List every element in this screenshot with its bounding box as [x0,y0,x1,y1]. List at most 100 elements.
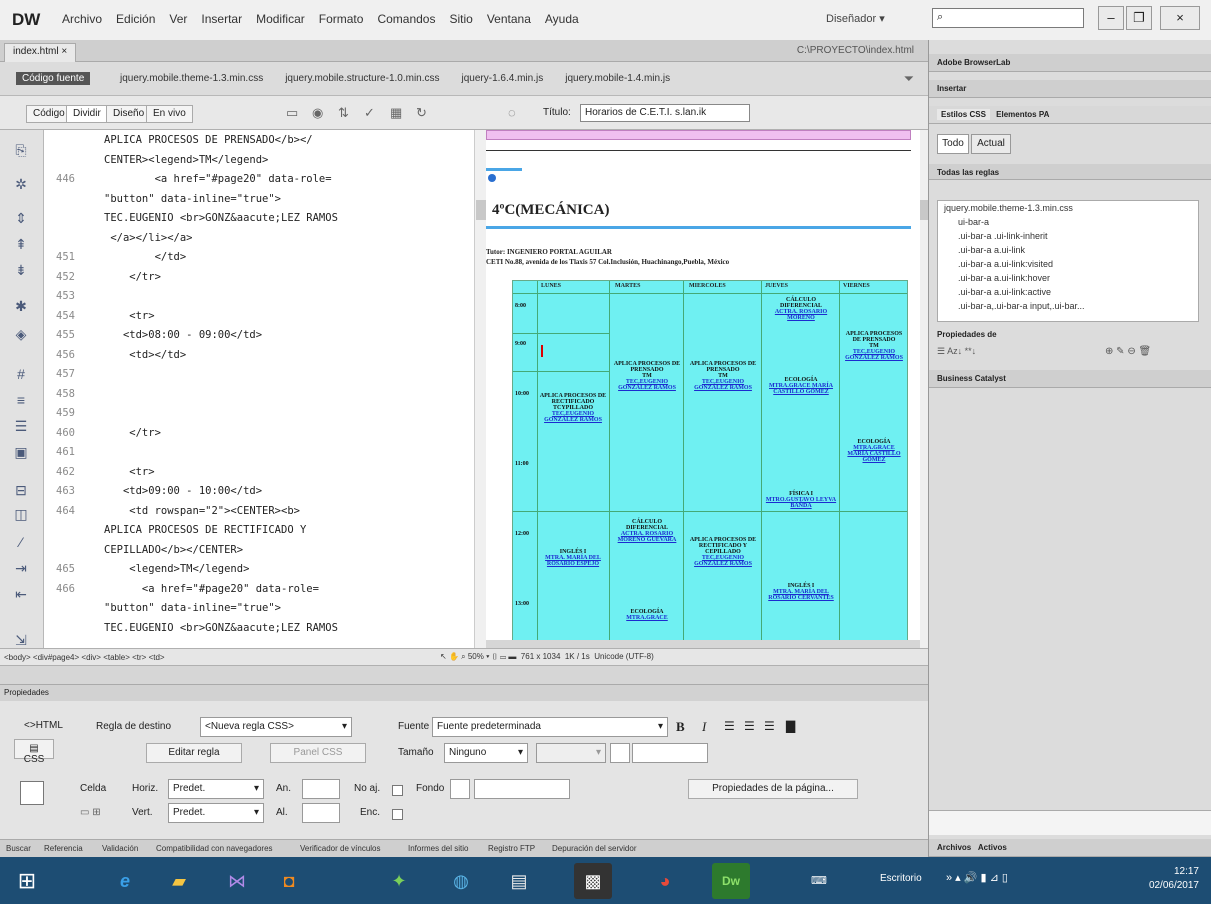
highlight-invalid-icon[interactable]: ≡ [12,392,30,408]
app-icon[interactable]: ✦ [380,863,418,899]
code-line[interactable]: </a></li></a> [104,232,192,244]
visual-aids-icon[interactable]: ▦ [390,106,404,120]
remove-comment-icon[interactable]: ▣ [12,444,30,460]
hand-tool-icon[interactable]: ✋ [449,652,459,661]
browserlab-panel-header[interactable]: Adobe BrowserLab [929,54,1211,72]
code-line[interactable]: APLICA PROCESOS DE RECTIFICADO Y [104,524,306,536]
open-documents-icon[interactable]: ⎘ [12,142,30,158]
text-color-picker[interactable] [610,743,630,763]
nowrap-checkbox[interactable] [392,785,403,796]
clock[interactable]: 12:17 02/06/2017 [1149,865,1199,893]
related-file[interactable]: jquery.mobile.structure-1.0.min.css [285,73,439,84]
font-select[interactable]: Fuente predeterminada ▾ [432,717,668,737]
start-button[interactable]: ⊞ [8,863,46,899]
css-file-item[interactable]: jquery.mobile.theme-1.3.min.css [944,203,1073,213]
html-mode-button[interactable]: <>HTML [18,717,69,737]
file-management-icon[interactable]: ⇅ [338,106,352,120]
current-mode-button[interactable]: Actual [971,134,1011,154]
align-right-icon[interactable]: ☰ [764,719,775,733]
tab-files[interactable]: Archivos [937,843,971,852]
multiscreen-icon[interactable]: ▭ [286,106,300,120]
document-title-input[interactable]: Horarios de C.E.T.I. s.lan.ik [580,104,750,122]
css-panel-actions[interactable]: ⊕ ✎ ⊖ 🗑 [1105,346,1151,357]
code-line[interactable]: <legend>TM</legend> [104,563,249,575]
properties-header[interactable]: Propiedades [0,685,928,701]
italic-button[interactable]: I [702,719,706,735]
tab-css-styles[interactable]: Estilos CSS [937,109,990,120]
teacher-link[interactable]: TEC.EUGENIO GONZÁLEZ RAMOS [687,379,759,391]
size-unit-select[interactable]: ▾ [536,743,606,763]
live-view-button[interactable]: En vivo [146,105,193,123]
media-player-icon[interactable]: ◘ [270,863,308,899]
refresh-design-icon[interactable]: ↻ [416,106,430,120]
height-input[interactable] [302,803,340,823]
split-view-button[interactable]: Dividir [66,105,108,123]
preview-browser-icon[interactable]: ◉ [312,106,326,120]
menu-insertar[interactable]: Insertar [201,12,242,26]
code-view-button[interactable]: Código [26,105,72,123]
tab-compatibilidad[interactable]: Compatibilidad con navegadores [156,844,273,853]
line-numbers-icon[interactable]: # [12,366,30,382]
all-mode-button[interactable]: Todo [937,134,969,154]
related-file[interactable]: jquery.mobile-1.4.min.js [565,73,670,84]
indent-code-icon[interactable]: ⇥ [12,560,30,576]
related-file[interactable]: jquery-1.6.4.min.js [462,73,544,84]
keyboard-icon[interactable]: ⌨ [800,863,838,899]
close-button[interactable]: × [1160,6,1200,30]
desktop-toolbar[interactable]: Escritorio [880,873,922,884]
wrap-tag-icon[interactable]: ⊟ [12,482,30,498]
expand-all-icon[interactable]: ⇟ [12,262,30,278]
text-color-input[interactable] [632,743,708,763]
css-mode-button[interactable]: ▤ CSS [14,739,54,765]
tab-registro-ftp[interactable]: Registro FTP [488,844,535,853]
mobile-size-icon[interactable]: ▯ [492,652,498,661]
collapse-selection-icon[interactable]: ⇞ [12,236,30,252]
filter-icon[interactable]: ⏷ [904,71,914,87]
related-file[interactable]: jquery.mobile.theme-1.3.min.css [120,73,263,84]
menu-archivo[interactable]: Archivo [62,12,102,26]
teacher-link[interactable]: MTRA. MARÍA DEL ROSARIO ESPEJO [539,555,607,567]
merge-cells-icon[interactable]: ▭ ⊞ [80,807,101,818]
design-view-button[interactable]: Diseño [106,105,152,123]
code-line[interactable]: <a href="#page20" data-role= [104,583,319,595]
align-left-icon[interactable]: ☰ [724,719,735,733]
tab-ap-elements[interactable]: Elementos PA [992,109,1053,120]
menu-comandos[interactable]: Comandos [377,12,435,26]
css-rule-item[interactable]: .ui-bar-a a.ui-link [958,245,1025,255]
game-app-icon[interactable]: ▩ [574,863,612,899]
css-rules-tree[interactable]: jquery.mobile.theme-1.3.min.css ui-bar-a… [937,200,1199,322]
menu-sitio[interactable]: Sitio [449,12,472,26]
tab-validacion[interactable]: Validación [102,844,138,853]
code-line[interactable]: <tr> [104,466,154,478]
teacher-link[interactable]: ACTRA. ROSARIO MORENO [765,309,837,321]
tab-verificador[interactable]: Verificador de vínculos [300,844,381,853]
internet-explorer-icon[interactable]: e [106,863,144,899]
select-tool-icon[interactable]: ↖ [440,652,447,661]
code-line[interactable]: <a href="#page20" data-role= [104,173,332,185]
tray-icons[interactable]: » ▴ 🔊 ▮ ⊿ ▯ [946,871,1008,884]
code-line[interactable]: <td></td> [104,349,186,361]
move-css-icon[interactable]: ⁄ [12,534,30,550]
restore-button[interactable]: ❐ [1126,6,1152,30]
teacher-link[interactable]: TEC.EUGENIO GONZÁLEZ RAMOS [843,349,905,361]
teacher-link[interactable]: MTRA.GRACE [613,615,681,621]
tag-selector[interactable]: <body> <div#page4> <div> <table> <tr> <t… [4,653,165,662]
menu-ayuda[interactable]: Ayuda [545,12,579,26]
tab-close-icon[interactable]: × [61,46,67,57]
code-line[interactable]: </tr> [104,427,161,439]
window-size[interactable]: 761 x 1034 [521,652,561,661]
code-line[interactable]: <td>09:00 - 10:00</td> [104,485,262,497]
recent-snippets-icon[interactable]: ◫ [12,506,30,522]
code-line[interactable]: </tr> [104,271,161,283]
css-rule-item[interactable]: .ui-bar-a a.ui-link:visited [958,259,1053,269]
bg-color-input[interactable] [474,779,570,799]
chrome-icon[interactable]: ◕ [646,863,684,899]
zoom-tool-icon[interactable]: ⌕ [461,652,465,661]
code-line[interactable]: <td rowspan="2"><CENTER><b> [104,505,300,517]
bg-color-picker[interactable] [450,779,470,799]
teacher-link[interactable]: MTRA.GRACE MARÍA CASTILLO GÓMEZ [843,445,905,463]
width-input[interactable] [302,779,340,799]
code-line[interactable]: </td> [104,251,187,263]
minimize-button[interactable]: – [1098,6,1124,30]
tab-depuracion[interactable]: Depuración del servidor [552,844,637,853]
